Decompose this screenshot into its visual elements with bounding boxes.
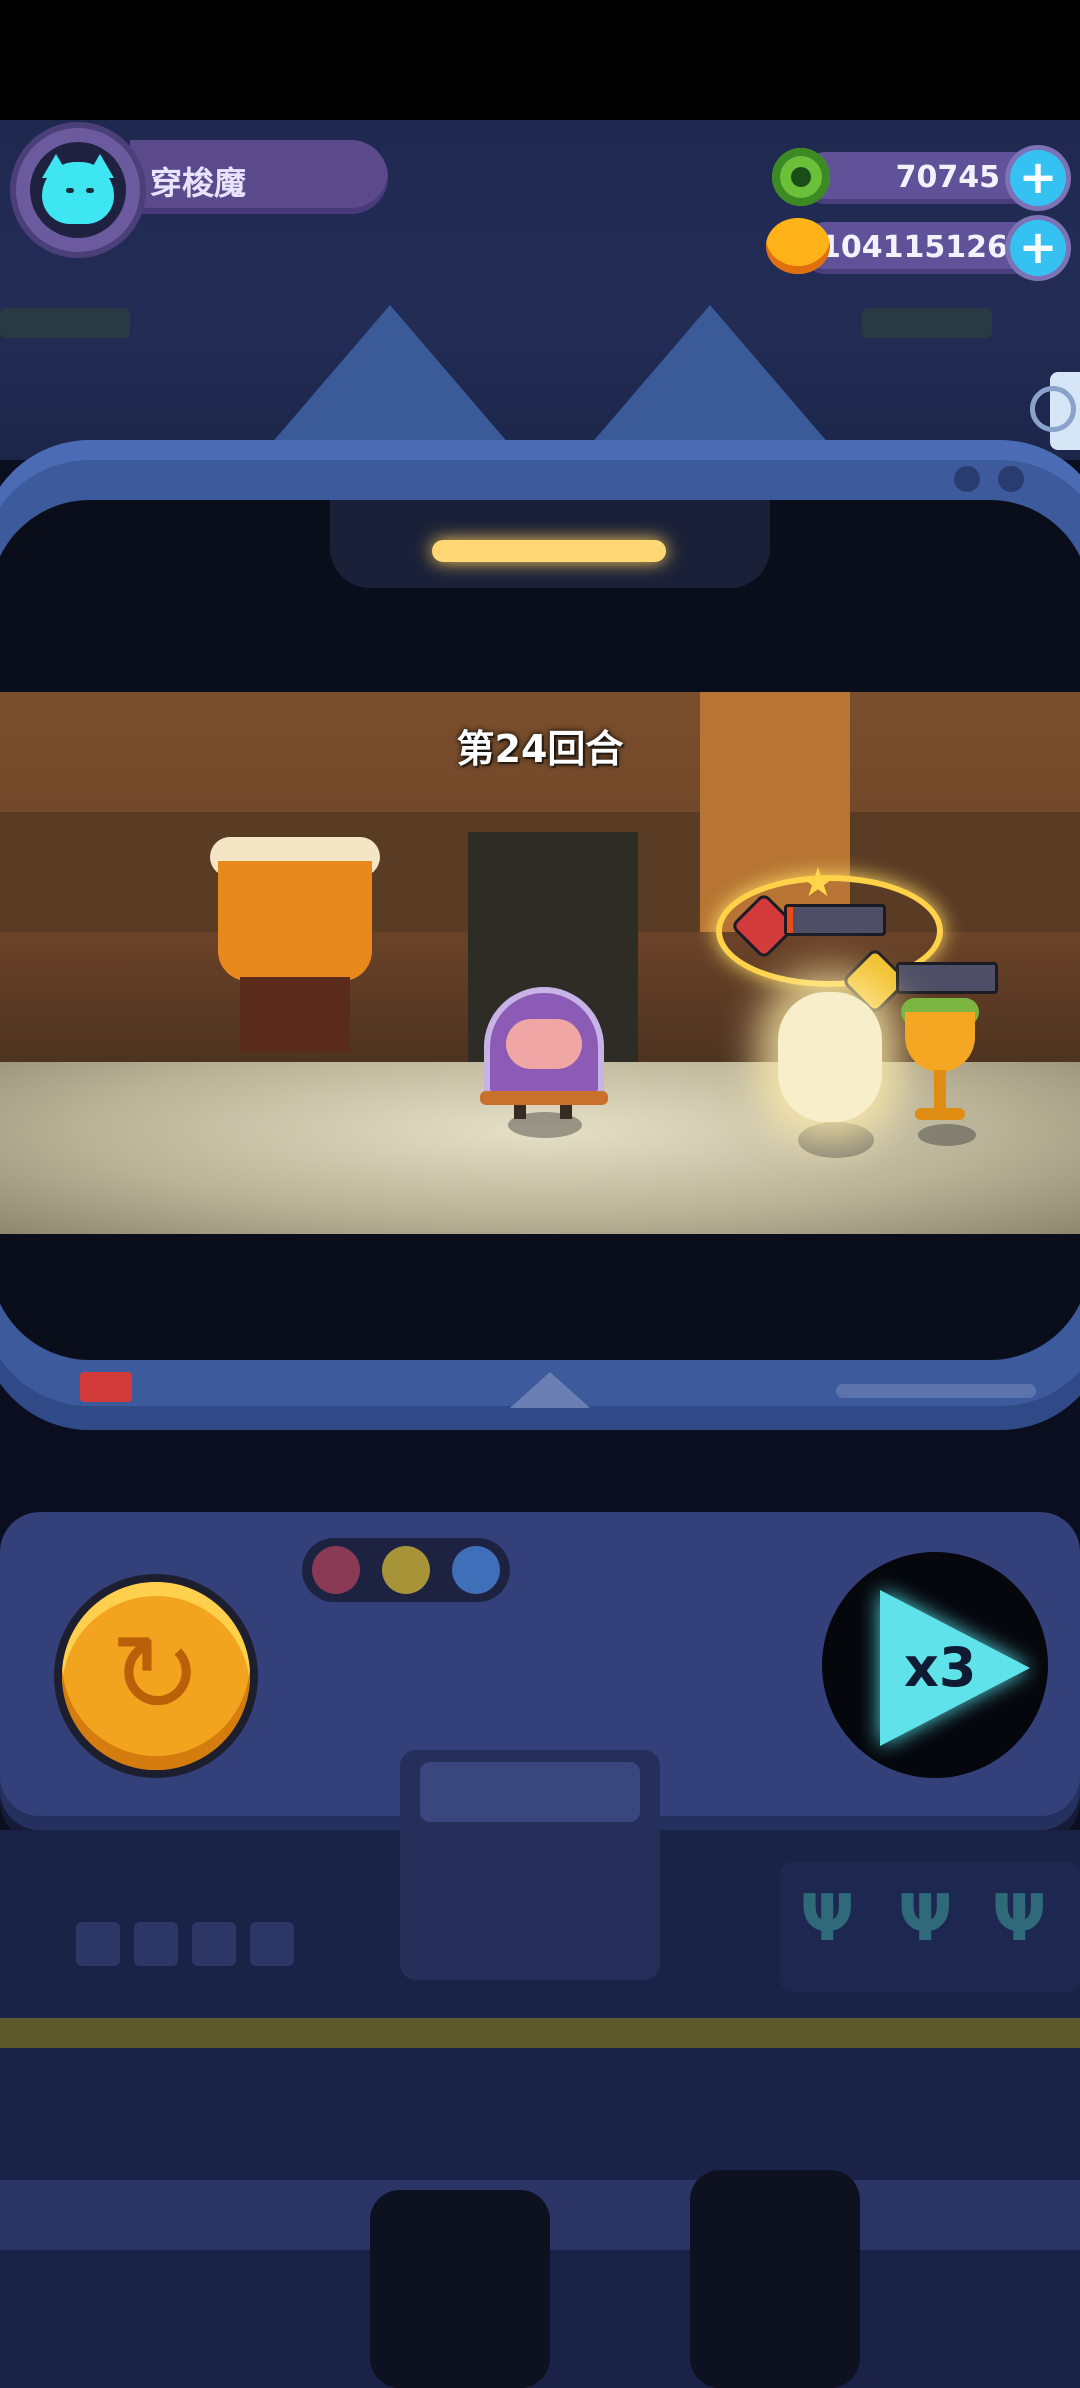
battle-scene: 第24回合 ★ [0, 692, 1080, 1234]
pipe-right [690, 2170, 860, 2388]
cat-face-icon[interactable] [30, 142, 126, 238]
enemy-hp-bar [896, 962, 998, 994]
brain-jar-hero[interactable] [480, 987, 608, 1119]
status-bar [0, 0, 1080, 120]
boss-hp-fill [787, 907, 793, 933]
indicator-lights [302, 1538, 510, 1602]
hazard-stripe [0, 2018, 1080, 2048]
star-icon: ★ [800, 860, 836, 906]
add-gem-button[interactable]: + [1010, 150, 1066, 206]
indicator-light-red [312, 1546, 360, 1594]
round-label: 第24回合 [456, 727, 624, 771]
vent-right [862, 308, 992, 338]
currency-coin-value: 104115126 [820, 230, 1008, 265]
sprout-panel: Ψ Ψ Ψ [780, 1862, 1080, 1992]
panel-key [134, 1922, 178, 1966]
mummy-boss-enemy[interactable] [770, 972, 890, 1172]
boss-hp-bar [784, 904, 886, 936]
orange-planet-coin-icon [766, 218, 830, 274]
monitor-light [432, 540, 666, 562]
monitor-red-light [80, 1372, 132, 1402]
sprout-icon: Ψ [800, 1882, 855, 1956]
panel-key [192, 1922, 236, 1966]
panel-key [76, 1922, 120, 1966]
indicator-light-blue [452, 1546, 500, 1594]
replay-icon[interactable]: ↻ [92, 1610, 220, 1738]
monitor-slot [836, 1384, 1036, 1398]
panel-key [250, 1922, 294, 1966]
module-slot [420, 1762, 640, 1822]
sprout-icon: Ψ [992, 1882, 1047, 1956]
drum-prop [210, 837, 380, 1052]
monitor-dot [998, 466, 1024, 492]
green-gem-coin-icon [772, 148, 830, 206]
indicator-light-yellow [382, 1546, 430, 1594]
cat-ear-left [270, 305, 510, 445]
monitor-triangle [510, 1372, 590, 1408]
speed-label[interactable]: x3 [904, 1636, 976, 1699]
monitor-dot [954, 466, 980, 492]
profile-name: 穿梭魔 [150, 164, 247, 202]
add-coin-button[interactable]: + [1010, 220, 1066, 276]
vent-left [0, 308, 130, 338]
scissors-icon[interactable] [1030, 386, 1076, 432]
cat-ear-right [590, 305, 830, 445]
currency-gem-value: 70745 [895, 160, 1000, 195]
pipe-left [370, 2190, 550, 2388]
sprout-icon: Ψ [898, 1882, 953, 1956]
goblet-enemy[interactable] [901, 998, 979, 1142]
